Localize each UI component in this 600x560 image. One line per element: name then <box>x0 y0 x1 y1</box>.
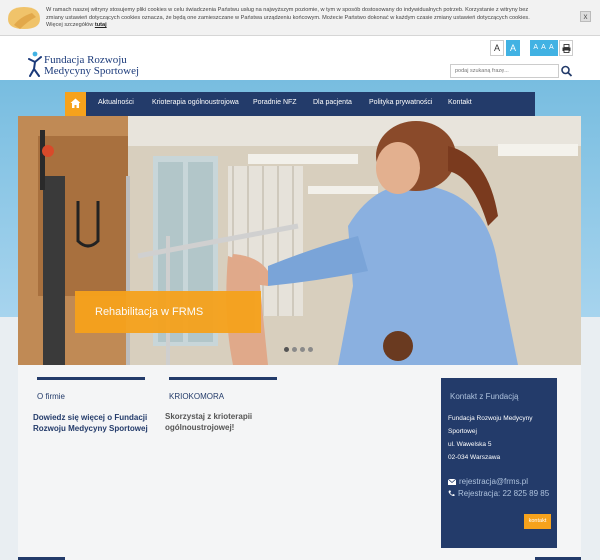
nav-item-aktualnosci[interactable]: Aktualności <box>98 99 134 106</box>
slide-caption[interactable]: Rehabilitacja w FRMS <box>75 291 261 333</box>
print-button[interactable] <box>559 40 573 56</box>
col-divider-1 <box>37 377 145 380</box>
cookie-icon <box>8 7 40 29</box>
col-divider-2 <box>169 377 277 380</box>
cookie-close-button[interactable]: x <box>580 11 591 22</box>
contact-name-line2: Sportowej <box>448 428 477 435</box>
contact-phone[interactable]: Rejestracja: 22 825 89 85 <box>458 489 549 498</box>
contact-email-link[interactable]: rejestracja@frms.pl <box>459 477 528 486</box>
slider-dot-3[interactable] <box>300 347 305 352</box>
main-nav: Aktualności Krioterapia ogólnoustrojowa … <box>65 92 535 116</box>
slider-dot-4[interactable] <box>308 347 313 352</box>
cookie-text: W ramach naszej witryny stosujemy pliki … <box>46 7 530 28</box>
col-link-o-firmie[interactable]: Dowiedz się więcej o Fundacji Rozwoju Me… <box>33 412 151 434</box>
home-icon <box>70 98 81 108</box>
font-size-buttons[interactable]: A A A <box>530 40 558 56</box>
search-icon[interactable] <box>560 64 573 78</box>
nav-item-dla-pacjenta[interactable]: Dla pacjenta <box>313 99 352 106</box>
runner-icon <box>28 51 42 77</box>
col-title-o-firmie[interactable]: O firmie <box>37 392 65 401</box>
nav-item-krioterapia[interactable]: Krioterapia ogólnoustrojowa <box>152 99 239 106</box>
contact-box: Kontakt z Fundacją Fundacja Rozwoju Medy… <box>441 378 557 548</box>
printer-icon <box>562 44 570 53</box>
nav-item-poradnie[interactable]: Poradnie NFZ <box>253 99 297 106</box>
slider-dot-1[interactable] <box>284 347 289 352</box>
phone-icon <box>448 490 455 497</box>
contact-street: ul. Wawelska 5 <box>448 441 492 448</box>
site-logo[interactable]: Fundacja Rozwoju Medycyny Sportowej <box>28 51 140 81</box>
logo-text-line2: Medycyny Sportowej <box>44 65 140 77</box>
contact-button[interactable]: kontakt <box>524 514 551 529</box>
slide-caption-text: Rehabilitacja w FRMS <box>95 306 204 318</box>
contact-city: 02-034 Warszawa <box>448 454 501 461</box>
col-title-kriokomora[interactable]: KRIOKOMORA <box>169 392 224 401</box>
contact-name-line1: Fundacja Rozwoju Medycyny <box>448 415 533 422</box>
font-normal-button[interactable]: A <box>490 40 504 56</box>
nav-home-button[interactable] <box>65 92 86 116</box>
search-input[interactable] <box>450 64 559 78</box>
contact-title: Kontakt z Fundacją <box>450 392 519 401</box>
nav-item-polityka[interactable]: Polityka prywatności <box>369 99 432 106</box>
envelope-icon <box>448 479 456 485</box>
nav-item-kontakt[interactable]: Kontakt <box>448 99 472 106</box>
site-header: Fundacja Rozwoju Medycyny Sportowej A A … <box>0 36 600 80</box>
slider-dot-2[interactable] <box>292 347 297 352</box>
col-text-kriokomora[interactable]: Skorzystaj z krioterapii ogólnoustrojowe… <box>165 411 265 433</box>
cookie-bar: W ramach naszej witryny stosujemy pliki … <box>0 0 600 36</box>
contrast-button[interactable]: A <box>506 40 520 56</box>
cookie-more-link[interactable]: tutaj <box>95 22 107 28</box>
